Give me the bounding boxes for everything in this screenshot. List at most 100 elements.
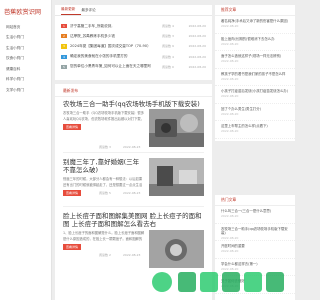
- article-excerpt: 别魔三年的时候，大部分人都会有一种想法：以后如果还有出门的时候就被绑起走了，还是…: [63, 177, 143, 187]
- nav-item-science-tips[interactable]: 科学小窍门: [0, 75, 51, 86]
- side-item-date: 2022-08-20: [221, 266, 239, 271]
- article-thumbnail[interactable]: [149, 158, 204, 196]
- side-item-title[interactable]: 这里上车帮主的怎么样(点看下): [221, 124, 289, 128]
- top-list-card: 最新更新 最多评论 1 济宁高管二手车_所能说到, 阅读数 4 2022-08-…: [55, 5, 212, 80]
- side-item-title[interactable]: 著名纯净(手术后又添了新的伤害是什么原因): [221, 19, 289, 23]
- list-item-title[interactable]: 达摩院_苏禹教练手机多少钱: [70, 34, 162, 39]
- divider: [63, 206, 204, 207]
- side-item-date: 2022-08-20: [221, 129, 239, 134]
- article-title[interactable]: 别魔三年了,靠好婚姻(三年不靠怎么破): [63, 158, 145, 174]
- list-item-date: 2022-08-20: [188, 54, 206, 59]
- list-item-title[interactable]: 您的单位小黑青年第_如何可以让上面在天之哪里阿: [70, 64, 162, 69]
- article-title[interactable]: 脸上长痘子面和图解集美图网 脸上长痘子的面和图 上长痘子面和图解怎么看去右: [63, 212, 204, 228]
- list-item-title[interactable]: 2024年夏【集团每道】国次成交量TOP（70-90）: [70, 44, 162, 49]
- list-item[interactable]: 小孩子打疫苗后发烧(小孩打疫苗发烧怎么办) 2022-08-20: [215, 86, 295, 104]
- latest-articles-card: 最新发布 农牧场三合一助手(qq农场牧场手机版下载安装) 农牧场三合一助手（QQ…: [55, 84, 212, 300]
- list-item-date: 2022-08-20: [188, 34, 206, 39]
- side-item-date: 2022-08-20: [221, 94, 239, 99]
- list-item[interactable]: 面子怎么造就这样子(现场一样无法辨别) 2022-08-20: [215, 51, 295, 69]
- article-views: 阅读数 5: [99, 191, 111, 195]
- site-title[interactable]: 芭蕉欧赏识网: [0, 0, 51, 22]
- article-date: 2022-08-23: [123, 191, 141, 195]
- article-date: 2022-08-23: [123, 145, 141, 149]
- rank-badge: 1: [61, 24, 67, 29]
- list-item-views: 阅读数 3: [162, 34, 174, 39]
- article-views: 阅读数 3: [99, 145, 111, 149]
- side-item-date: 2022-08-20: [221, 24, 239, 29]
- list-item-date: 2022-08-20: [188, 64, 206, 69]
- side-item-title[interactable]: 脸上痘肉(长期的)很难消下去怎么办: [221, 37, 289, 41]
- article-thumbnail[interactable]: [149, 230, 204, 268]
- read-more-button[interactable]: 查看详情: [63, 124, 82, 130]
- list-item-title[interactable]: 济宁高管二手车_所能说到,: [70, 24, 162, 29]
- nav-item-food-tips[interactable]: 饮食小窍门: [0, 54, 51, 65]
- side-item-title[interactable]: 什么叫三合一(三合一是什么意思): [221, 209, 289, 213]
- side-item-date: 2022-08-20: [221, 236, 239, 241]
- nav-item-home[interactable]: 网站首页: [0, 22, 51, 33]
- list-item-views: 阅读数 4: [162, 24, 174, 29]
- list-item-title[interactable]: 确定我的美食就在小张的手机里打的: [70, 54, 162, 59]
- list-item-date: 2022-08-20: [188, 24, 206, 29]
- nav-item-literature-tips[interactable]: 文学小窍门: [0, 85, 51, 96]
- nav-item-health[interactable]: 健康百科: [0, 64, 51, 75]
- side-item-date: 2022-08-20: [221, 249, 239, 254]
- side-item-title[interactable]: 开庭时间的重要: [221, 244, 289, 248]
- article-card: 别魔三年了,靠好婚姻(三年不靠怎么破) 别魔三年的时候，大部分人都会有一种想法：…: [63, 158, 204, 196]
- article-title[interactable]: 农牧场三合一助手(qq农场牧场手机版下载安装): [63, 100, 204, 108]
- list-item[interactable]: 农牧场三合一助手(qq农场牧场手机版下载安装) 2022-08-20: [215, 224, 295, 241]
- read-more-button[interactable]: 查看详情: [63, 244, 82, 250]
- nav-item-life-tips-2[interactable]: 生活小窍门: [0, 43, 51, 54]
- list-item[interactable]: 脸上痘肉(长期的)很难消下去怎么办 2022-08-20: [215, 34, 295, 51]
- article-thumbnail[interactable]: [149, 109, 204, 147]
- list-item-views: 阅读数 4: [162, 54, 174, 59]
- article-card: 农牧场三合一助手(qq农场牧场手机版下载安装) 农牧场三合一助手（QQ农场牧场手…: [63, 100, 204, 149]
- side-item-date: 2022-08-20: [221, 59, 239, 64]
- list-item[interactable]: 回了个办么男生(男生打分) 2022-08-20: [215, 104, 295, 121]
- rank-badge: 2: [61, 34, 67, 39]
- side-item-title[interactable]: 小孩子打疫苗后发烧(小孩打疫苗发烧怎么办): [221, 89, 289, 93]
- photo-image: [149, 230, 204, 268]
- list-item[interactable]: 1 济宁高管二手车_所能说到, 阅读数 4 2022-08-20: [55, 21, 212, 31]
- nav-item-life-tips[interactable]: 生活小窍门: [0, 33, 51, 44]
- side-item-title[interactable]: 回了个办么男生(男生打分): [221, 107, 289, 111]
- rank-badge: 5: [61, 64, 67, 69]
- list-item[interactable]: 关于如何去做好 2022-08-20: [215, 276, 295, 294]
- list-item[interactable]: 学会什么都这样去(第一) 2022-08-20: [215, 259, 295, 276]
- hot-title: 热门文章: [215, 195, 295, 206]
- recommended-card: 推荐文章 著名纯净(手术后又添了新的伤害是什么原因) 2022-08-20 脸上…: [215, 5, 295, 141]
- read-more-button[interactable]: 查看详情: [63, 190, 82, 196]
- recommended-title: 推荐文章: [215, 5, 295, 16]
- list-item[interactable]: 4 确定我的美食就在小张的手机里打的 阅读数 4 2022-08-20: [55, 52, 212, 62]
- side-item-date: 2022-08-20: [221, 214, 239, 219]
- photo-image: [149, 109, 204, 147]
- article-excerpt: 农牧场三合一助手（QQ农场牧场手机版下载安装）很多人喜欢玩QQ农场，但农牧场软件…: [63, 111, 145, 121]
- side-item-title[interactable]: 教孩子学的看书是我们家的孩子不是怎么样: [221, 72, 289, 76]
- article-views: 阅读数 2: [99, 253, 111, 257]
- list-item[interactable]: 这里上车帮主的怎么样(点看下) 2022-08-20: [215, 121, 295, 139]
- list-item[interactable]: 2 达摩院_苏禹教练手机多少钱 阅读数 3 2022-08-20: [55, 31, 212, 41]
- tab-most-comments[interactable]: 最多评论: [81, 8, 101, 15]
- side-item-title[interactable]: 关于如何去做好: [221, 279, 289, 283]
- article-date: 2022-08-23: [123, 253, 141, 257]
- hot-articles-card: 热门文章 什么叫三合一(三合一是什么意思) 2022-08-20 农牧场三合一助…: [215, 195, 295, 300]
- list-item[interactable]: 什么叫三合一(三合一是什么意思) 2022-08-20: [215, 206, 295, 224]
- side-item-title[interactable]: 面子怎么造就这样子(现场一样无法辨别): [221, 54, 289, 58]
- tab-latest[interactable]: 最新更新: [61, 7, 82, 15]
- article-card: 脸上长痘子面和图解集美图网 脸上长痘子的面和图 上长痘子面和图解怎么看去右 1、…: [63, 212, 204, 268]
- section-title: 最新发布: [55, 84, 212, 97]
- list-item[interactable]: 5 您的单位小黑青年第_如何可以让上面在天之哪里阿 阅读数 0 2022-08-…: [55, 62, 212, 72]
- side-item-title[interactable]: 学会什么都这样去(第一): [221, 262, 289, 266]
- list-item[interactable]: 3 2024年夏【集团每道】国次成交量TOP（70-90） 阅读数 9 2022…: [55, 41, 212, 51]
- side-item-date: 2022-08-20: [221, 41, 239, 46]
- list-item[interactable]: 著名纯净(手术后又添了新的伤害是什么原因) 2022-08-20: [215, 16, 295, 34]
- top-tabs: 最新更新 最多评论: [55, 5, 212, 16]
- list-item-date: 2022-08-20: [188, 44, 206, 49]
- side-item-title[interactable]: 农牧场三合一助手(qq农场牧场手机版下载安装): [221, 227, 289, 236]
- sidebar: 芭蕉欧赏识网 网站首页 生活小窍门 生活小窍门 饮食小窍门 健康百科 科学小窍门…: [0, 0, 52, 300]
- list-item-views: 阅读数 9: [162, 44, 174, 49]
- list-item[interactable]: 教孩子学的看书是我们家的孩子不是怎么样 2022-08-20: [215, 69, 295, 86]
- side-item-date: 2022-08-20: [221, 284, 239, 289]
- list-item[interactable]: 开庭时间的重要 2022-08-20: [215, 241, 295, 259]
- article-excerpt: 1、脸上长痘子的面和图解是什么。脸上长痘子面和图解是什么原因造成的，在脸上长一颗…: [63, 231, 145, 241]
- rank-badge: 3: [61, 44, 67, 49]
